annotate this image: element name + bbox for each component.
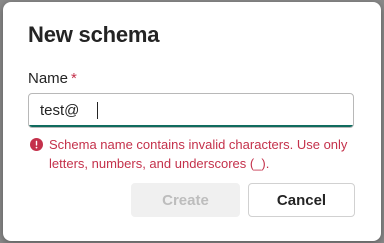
- cancel-button[interactable]: Cancel: [248, 183, 355, 217]
- name-label-text: Name: [28, 70, 69, 87]
- error-circle-icon: [30, 138, 43, 151]
- required-marker: *: [71, 70, 77, 87]
- error-message: Schema name contains invalid characters.…: [49, 137, 348, 171]
- schema-name-input[interactable]: [29, 94, 353, 127]
- name-field-label: Name *: [28, 70, 77, 87]
- text-cursor: [97, 102, 98, 119]
- create-button[interactable]: Create: [131, 183, 240, 217]
- dialog-title: New schema: [28, 22, 160, 47]
- name-input-container[interactable]: [28, 93, 354, 128]
- validation-error: Schema name contains invalid characters.…: [30, 135, 350, 173]
- new-schema-dialog: New schema Name* Schema name contains in…: [3, 2, 381, 241]
